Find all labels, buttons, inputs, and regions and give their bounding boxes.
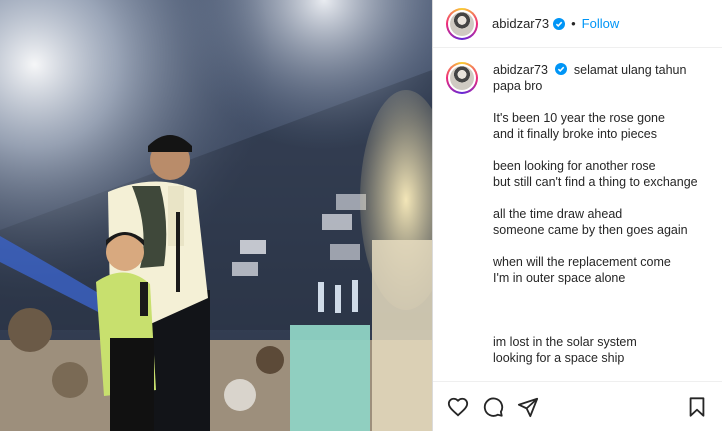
caption-line: someone came by then goes again	[493, 223, 688, 237]
caption-line: selamat ulang tahun	[573, 63, 687, 77]
caption-area: abidzar73 selamat ulang tahun papa bro I…	[433, 48, 722, 381]
caption-line: and it finally broke into pieces	[493, 127, 657, 141]
verified-badge-icon	[553, 17, 566, 30]
caption-text: abidzar73 selamat ulang tahun papa bro I…	[493, 62, 698, 366]
photo-illustration	[0, 0, 432, 431]
author-avatar[interactable]	[446, 7, 478, 40]
caption-line: when will the replacement come	[493, 255, 671, 269]
comment-bubble-icon[interactable]	[482, 396, 504, 418]
author-username[interactable]: abidzar73	[492, 16, 549, 31]
post-actions-bar	[433, 381, 722, 431]
bookmark-icon[interactable]	[686, 396, 708, 418]
verified-badge-icon	[555, 63, 568, 75]
caption-line: looking for a space ship	[493, 351, 625, 365]
caption-line: I'm in outer space alone	[493, 271, 626, 285]
paper-plane-icon[interactable]	[517, 396, 539, 418]
follow-button[interactable]: Follow	[582, 16, 620, 31]
instagram-post: abidzar73 • Follow abidzar73 selamat ula…	[0, 0, 722, 431]
caption-author-avatar[interactable]	[446, 62, 478, 94]
caption-line: im lost in the solar system	[493, 335, 637, 349]
caption-line: but still can't find a thing to exchange	[493, 175, 698, 189]
heart-icon[interactable]	[447, 396, 469, 418]
caption-line: been looking for another rose	[493, 159, 656, 173]
post-photo[interactable]	[0, 0, 432, 431]
caption-line: It's been 10 year the rose gone	[493, 111, 665, 125]
caption-username[interactable]: abidzar73	[493, 63, 548, 77]
post-side-panel: abidzar73 • Follow abidzar73 selamat ula…	[432, 0, 722, 431]
post-header: abidzar73 • Follow	[433, 0, 722, 48]
separator-dot: •	[571, 16, 576, 31]
caption-line: all the time draw ahead	[493, 207, 623, 221]
caption-line: papa bro	[493, 79, 543, 93]
caption-row: abidzar73 selamat ulang tahun papa bro I…	[445, 62, 710, 366]
